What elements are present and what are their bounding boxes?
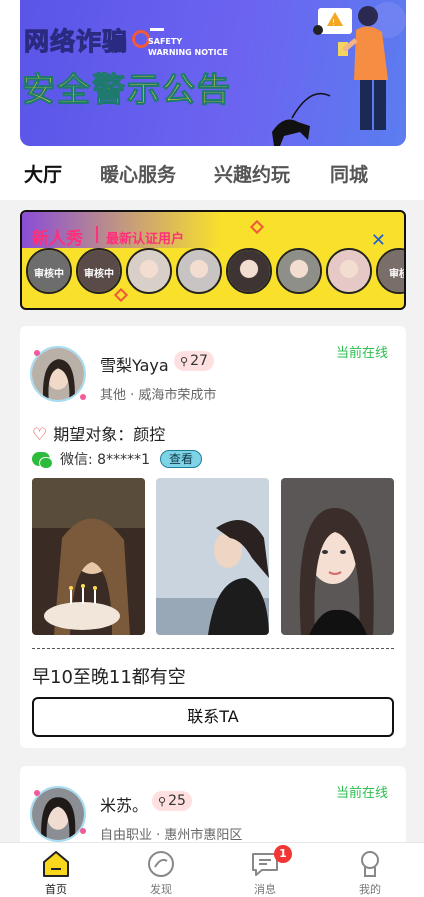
tab-lobby[interactable]: 大厅 — [24, 160, 63, 187]
avatar-image — [178, 250, 220, 292]
new-show-title: 新人秀 — [32, 229, 83, 249]
category-tabs: 大厅 暖心服务 兴趣约玩 同城 — [0, 146, 424, 200]
nav-discover[interactable]: 发现 — [108, 843, 214, 897]
title-separator — [96, 226, 98, 243]
view-wechat-button[interactable]: 查看 — [159, 450, 202, 468]
diamond-decoration — [249, 219, 265, 235]
discover-icon — [148, 851, 174, 877]
avatar-image — [278, 250, 320, 292]
bottom-navigation: 首页 发现 1 消息 我的 — [0, 842, 424, 897]
new-show-subtitle: 最新认证用户 — [106, 232, 185, 247]
tab-label: 暖心服务 — [100, 164, 177, 186]
avatar-image — [128, 250, 170, 292]
tab-warm-service[interactable]: 暖心服务 — [100, 160, 176, 187]
heart-decoration — [34, 790, 40, 796]
pin-icon: ⚲ — [158, 795, 167, 808]
wechat-icon — [32, 452, 53, 469]
divider — [32, 648, 394, 649]
profile-icon — [361, 851, 379, 877]
heart-decoration — [34, 350, 40, 356]
banner-warning-en-line2: WARNING NOTICE — [148, 48, 228, 57]
nav-label: 消息 — [254, 883, 276, 896]
new-user-avatar[interactable] — [176, 248, 222, 294]
new-user-avatar[interactable] — [276, 248, 322, 294]
new-user-avatar[interactable] — [326, 248, 372, 294]
nav-label: 发现 — [150, 883, 172, 896]
nav-profile[interactable]: 我的 — [317, 843, 423, 897]
avatar-image — [328, 250, 370, 292]
person-with-dog-illustration: ! — [272, 2, 406, 146]
svg-text:!: ! — [332, 18, 335, 27]
new-user-show-panel[interactable]: 新人秀 最新认证用户 ✕ 审核中审核中审核 — [20, 210, 406, 310]
new-user-avatar-strip[interactable]: 审核中 审核中 审核 — [26, 248, 404, 294]
avatar-image — [32, 788, 84, 840]
pin-icon: ⚲ — [180, 355, 189, 368]
new-user-avatar[interactable] — [226, 248, 272, 294]
new-user-avatar[interactable]: 审核 — [376, 248, 404, 294]
contact-button[interactable]: 联系TA — [32, 697, 394, 737]
profile-card[interactable]: 雪梨Yaya ⚲ 27 当前在线 其他 · 威海市荣成市 ♡ 期望对象：颜控 微信:… — [20, 326, 406, 748]
profile-photo[interactable] — [32, 478, 145, 635]
banner-dash — [150, 28, 164, 31]
photo-gallery — [32, 478, 394, 635]
wechat-text: 微信: 8*****1 — [60, 452, 150, 468]
online-status: 当前在线 — [335, 786, 388, 801]
likes-count: 25 — [168, 793, 186, 809]
banner-title-line2: 安全警示公告 — [22, 70, 232, 110]
banner-title-line1: 网络诈骗 — [23, 27, 129, 57]
new-user-avatar[interactable]: 审核中 — [76, 248, 122, 294]
expect-text: 期望对象：颜控 — [53, 425, 166, 444]
tab-label: 兴趣约玩 — [214, 164, 291, 186]
online-status: 当前在线 — [335, 346, 388, 361]
wechat-row: 微信: 8*****1 查看 — [32, 449, 202, 469]
review-status-label: 审核 — [389, 269, 404, 280]
avatar-image — [32, 348, 84, 400]
nav-label: 首页 — [45, 883, 67, 896]
avatar-image — [228, 250, 270, 292]
availability-text: 早10至晚11都有空 — [32, 667, 186, 688]
unread-badge: 1 — [274, 845, 292, 863]
profile-meta: 自由职业 · 惠州市惠阳区 — [100, 828, 243, 843]
review-status-label: 审核中 — [84, 269, 114, 280]
tab-label: 同城 — [330, 164, 369, 186]
nav-home[interactable]: 首页 — [3, 843, 109, 897]
nav-messages[interactable]: 1 消息 — [212, 843, 318, 897]
profile-meta: 其他 · 威海市荣成市 — [100, 388, 217, 403]
tab-same-city[interactable]: 同城 — [330, 160, 368, 187]
new-user-avatar[interactable]: 审核中 — [26, 248, 72, 294]
heart-decoration — [80, 828, 86, 834]
likes-badge: ⚲ 27 — [174, 351, 214, 371]
profile-photo[interactable] — [281, 478, 394, 635]
likes-count: 27 — [190, 353, 208, 369]
heart-icon: ♡ — [32, 425, 48, 445]
home-icon — [43, 851, 69, 877]
tab-interest-play[interactable]: 兴趣约玩 — [214, 160, 290, 187]
new-user-avatar[interactable] — [126, 248, 172, 294]
profile-name: 雪梨Yaya — [100, 356, 169, 375]
safety-warning-banner[interactable]: 网络诈骗 SAFETY WARNING NOTICE 安全警示公告 ! — [20, 0, 406, 146]
tab-label: 大厅 — [24, 164, 63, 186]
profile-photo[interactable] — [156, 478, 269, 635]
heart-decoration — [80, 394, 86, 400]
review-status-label: 审核中 — [34, 269, 64, 280]
banner-container: 网络诈骗 SAFETY WARNING NOTICE 安全警示公告 ! — [0, 0, 424, 146]
likes-badge: ⚲ 25 — [152, 791, 192, 811]
banner-warning-en-line1: SAFETY — [148, 37, 183, 46]
expect-row: ♡ 期望对象：颜控 — [32, 421, 165, 445]
banner-warning-en: SAFETY WARNING NOTICE — [148, 36, 228, 58]
profile-name: 米苏。 — [100, 796, 149, 815]
nav-label: 我的 — [359, 883, 381, 896]
